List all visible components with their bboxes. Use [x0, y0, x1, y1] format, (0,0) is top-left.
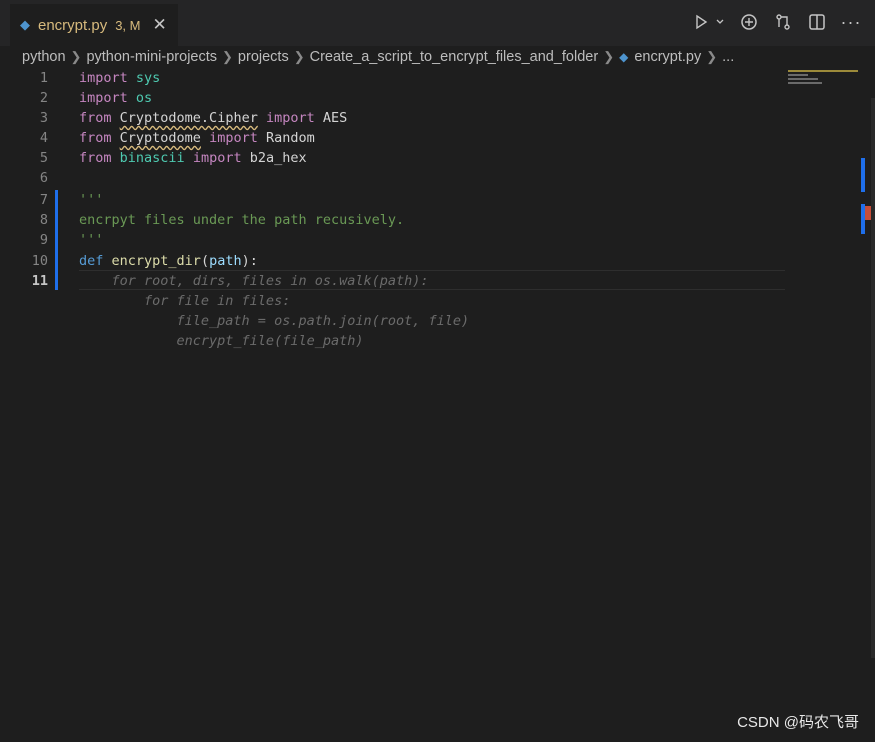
minimap[interactable]	[786, 68, 862, 98]
run-icon[interactable]	[691, 12, 711, 32]
line-number: 7	[39, 192, 48, 208]
chevron-right-icon: ❯	[603, 49, 615, 64]
line-number: 4	[39, 130, 48, 146]
chevron-right-icon: ❯	[293, 49, 305, 64]
code-editor[interactable]: 1 import sys 2 import os 3 from Cryptodo…	[0, 68, 875, 742]
keyword: import	[79, 70, 128, 86]
keyword: import	[209, 130, 258, 146]
code-line: 4 from Cryptodome import Random	[0, 128, 785, 148]
breadcrumb-item-folder[interactable]: Create_a_script_to_encrypt_files_and_fol…	[310, 49, 599, 65]
compare-changes-icon[interactable]	[739, 12, 759, 32]
breadcrumb-item-projects[interactable]: projects	[238, 49, 289, 65]
chevron-down-icon[interactable]	[715, 12, 725, 32]
editor-actions: ···	[691, 12, 861, 32]
chevron-right-icon: ❯	[222, 49, 233, 64]
keyword: import	[192, 150, 242, 166]
scrollbar-track	[871, 98, 875, 658]
suggestion-line: file_path = os.path.join(root, file)	[0, 311, 785, 331]
keyword: from	[79, 130, 112, 146]
code-line: 8 encrpyt files under the path recusivel…	[0, 210, 785, 230]
chevron-right-icon: ❯	[70, 49, 82, 64]
tab-problem-badge: 3, M	[115, 17, 141, 33]
watermark: CSDN @码农飞哥	[737, 714, 859, 731]
inline-suggestion: for root, dirs, files in os.walk(path):	[79, 273, 429, 289]
source-control-icon[interactable]	[773, 12, 793, 32]
code-line: 2 import os	[0, 88, 785, 108]
python-file-icon: ◆	[619, 50, 629, 64]
module-name: Cryptodome.Cipher	[119, 110, 258, 126]
keyword: def	[79, 253, 104, 269]
tab-bar: ◆ encrypt.py 3, M ✕ ···	[0, 0, 875, 46]
code-line-current: 11 for root, dirs, files in os.walk(path…	[0, 271, 785, 291]
keyword: import	[265, 110, 315, 126]
code-line: 3 from Cryptodome.Cipher import AES	[0, 108, 785, 128]
minimap-line	[788, 78, 818, 80]
line-number: 2	[39, 90, 48, 106]
paren: (	[200, 253, 210, 269]
inline-suggestion: file_path = os.path.join(root, file)	[79, 313, 470, 329]
minimap-line	[788, 74, 808, 76]
code-line: 7 '''	[0, 190, 785, 210]
more-actions-icon[interactable]: ···	[841, 12, 861, 32]
line-number: 9	[39, 232, 48, 248]
breadcrumb-item-symbols[interactable]: ...	[722, 49, 734, 65]
import-name: b2a_hex	[249, 150, 307, 166]
docstring: encrpyt files under the path recusively.	[79, 212, 405, 228]
tab-filename: encrypt.py	[38, 16, 108, 34]
code-line: 9 '''	[0, 230, 785, 250]
keyword: import	[79, 90, 128, 106]
import-name: AES	[322, 110, 348, 126]
breadcrumb-item-file[interactable]: encrypt.py	[634, 49, 701, 65]
docstring: '''	[79, 192, 104, 208]
suggestion-line: for file in files:	[0, 291, 785, 311]
code-line: 10 def encrypt_dir(path):	[0, 251, 785, 271]
line-number: 10	[31, 253, 48, 269]
tab-encrypt-py[interactable]: ◆ encrypt.py 3, M ✕	[10, 4, 178, 46]
vertical-scrollbar[interactable]	[861, 68, 875, 658]
line-number: 3	[39, 110, 48, 126]
python-file-icon: ◆	[20, 17, 30, 32]
breadcrumb: python ❯ python-mini-projects ❯ projects…	[0, 46, 875, 68]
line-number: 5	[39, 150, 48, 166]
code-line: 5 from binascii import b2a_hex	[0, 148, 785, 168]
docstring: '''	[79, 232, 104, 248]
keyword: from	[79, 110, 112, 126]
parameter: path	[209, 253, 242, 269]
minimap-line	[788, 82, 822, 84]
close-icon[interactable]: ✕	[153, 15, 167, 35]
keyword: from	[79, 150, 112, 166]
function-name: encrypt_dir	[111, 253, 201, 269]
line-number: 6	[39, 170, 48, 186]
breadcrumb-item-python[interactable]: python	[22, 49, 66, 65]
line-number: 11	[31, 273, 48, 289]
inline-suggestion: for file in files:	[79, 293, 291, 309]
inline-suggestion: encrypt_file(file_path)	[79, 333, 364, 349]
breadcrumb-item-python-mini-projects[interactable]: python-mini-projects	[86, 49, 217, 65]
code-line: 1 import sys	[0, 68, 785, 88]
line-number: 8	[39, 212, 48, 228]
import-name: Random	[266, 130, 315, 146]
chevron-right-icon: ❯	[706, 49, 718, 64]
scrollbar-change-marker	[861, 158, 865, 192]
module-name: os	[127, 90, 153, 106]
paren: ):	[241, 253, 258, 269]
module-name: Cryptodome	[119, 130, 201, 146]
module-name: binascii	[119, 150, 185, 166]
split-editor-icon[interactable]	[807, 12, 827, 32]
code-line: 6	[0, 168, 785, 188]
suggestion-line: encrypt_file(file_path)	[0, 331, 785, 351]
module-name: sys	[127, 70, 161, 86]
minimap-line	[788, 70, 858, 72]
line-number: 1	[39, 70, 48, 86]
